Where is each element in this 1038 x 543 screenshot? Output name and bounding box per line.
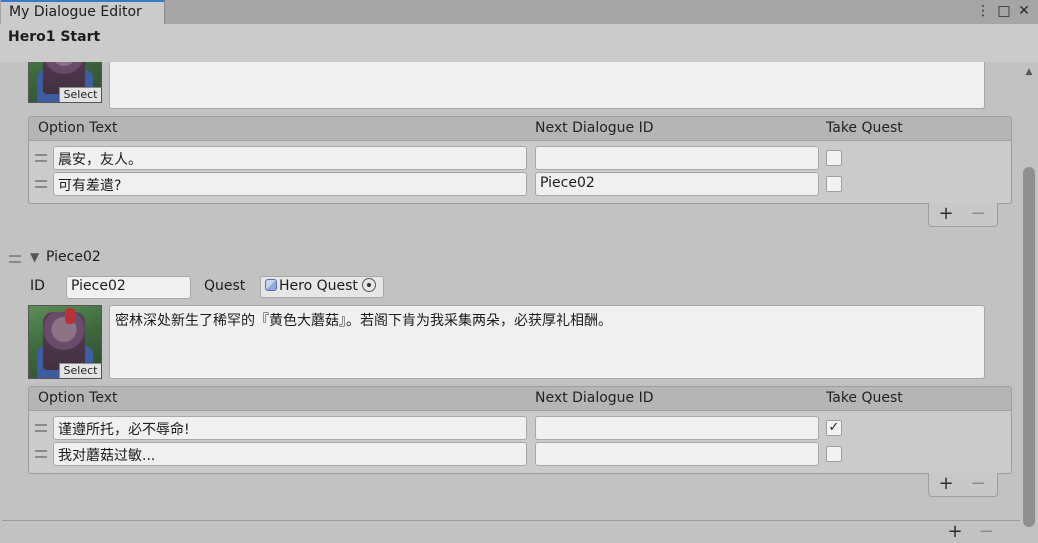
drag-handle-icon[interactable] — [35, 154, 47, 162]
quest-object-field[interactable]: Hero Quest — [260, 276, 384, 298]
add-option-button[interactable]: + — [937, 205, 955, 223]
col-take-quest: Take Quest — [826, 120, 903, 136]
remove-piece-button[interactable]: − — [977, 523, 995, 541]
remove-option-button[interactable]: − — [969, 205, 987, 223]
next-dialogue-id-field[interactable] — [535, 442, 819, 466]
piece2-drag-handle-icon[interactable] — [9, 255, 21, 263]
piece2-list-footer: + − — [928, 473, 998, 497]
dialogue-pieces-scroll-view: Select Option Text Next Dialogue ID Take… — [2, 62, 1018, 520]
option-text-field[interactable]: 谨遵所托，必不辱命! — [53, 416, 527, 440]
quest-label: Quest — [204, 278, 246, 294]
dialogue-title: Hero1 Start — [8, 29, 101, 45]
piece2-portrait[interactable]: Select — [28, 305, 102, 379]
piece2-foldout-label[interactable]: Piece02 — [46, 249, 101, 265]
window-menu-icon[interactable]: ⋮ — [975, 2, 991, 20]
add-option-button[interactable]: + — [937, 475, 955, 493]
option-text-field[interactable]: 我对蘑菇过敏... — [53, 442, 527, 466]
scroll-up-icon[interactable]: ▲ — [1023, 66, 1035, 78]
remove-option-button[interactable]: − — [969, 475, 987, 493]
quest-asset-icon — [265, 279, 277, 291]
quest-value: Hero Quest — [279, 278, 358, 294]
piece1-portrait[interactable]: Select — [28, 62, 102, 103]
tab-my-dialogue-editor[interactable]: My Dialogue Editor — [1, 0, 165, 24]
tab-title: My Dialogue Editor — [9, 4, 142, 20]
next-dialogue-id-field[interactable] — [535, 416, 819, 440]
piece2-options-header: Option Text Next Dialogue ID Take Quest — [29, 387, 1011, 411]
piece1-text-area[interactable] — [109, 62, 985, 109]
col-take-quest: Take Quest — [826, 390, 903, 406]
option-text-field[interactable]: 晨安，友人。 — [53, 146, 527, 170]
close-icon[interactable]: ✕ — [1016, 2, 1032, 20]
foldout-arrow-icon[interactable]: ▼ — [30, 250, 39, 264]
editor-header — [0, 24, 1038, 62]
col-option-text: Option Text — [38, 120, 118, 136]
piece1-portrait-select-label[interactable]: Select — [59, 87, 101, 102]
take-quest-checkbox[interactable] — [826, 150, 842, 166]
piece1-options-header: Option Text Next Dialogue ID Take Quest — [29, 117, 1011, 141]
object-picker-icon[interactable] — [361, 278, 376, 292]
pieces-list-footer: + − — [2, 520, 1020, 543]
maximize-icon[interactable]: □ — [996, 2, 1012, 20]
add-piece-button[interactable]: + — [946, 523, 964, 541]
piece1-options-list: Option Text Next Dialogue ID Take Quest … — [28, 116, 1012, 204]
take-quest-checkbox[interactable] — [826, 176, 842, 192]
take-quest-checkbox-checked[interactable]: ✓ — [826, 420, 842, 436]
col-next-dialogue-id: Next Dialogue ID — [535, 390, 654, 406]
scrollbar-thumb[interactable] — [1023, 167, 1035, 527]
id-label: ID — [30, 278, 45, 294]
piece2-options-list: Option Text Next Dialogue ID Take Quest … — [28, 386, 1012, 474]
take-quest-checkbox[interactable] — [826, 446, 842, 462]
piece2-id-field[interactable]: Piece02 — [66, 276, 191, 299]
drag-handle-icon[interactable] — [35, 450, 47, 458]
piece1-list-footer: + − — [928, 203, 998, 227]
next-dialogue-id-field[interactable]: Piece02 — [535, 172, 819, 196]
piece2-text-area[interactable]: 密林深处新生了稀罕的『黄色大蘑菇』。若阁下肯为我采集两朵，必获厚礼相酬。 — [109, 305, 985, 379]
option-text-field[interactable]: 可有差遣? — [53, 172, 527, 196]
next-dialogue-id-field[interactable] — [535, 146, 819, 170]
piece2-portrait-select-label[interactable]: Select — [59, 363, 101, 378]
drag-handle-icon[interactable] — [35, 180, 47, 188]
col-next-dialogue-id: Next Dialogue ID — [535, 120, 654, 136]
drag-handle-icon[interactable] — [35, 424, 47, 432]
col-option-text: Option Text — [38, 390, 118, 406]
